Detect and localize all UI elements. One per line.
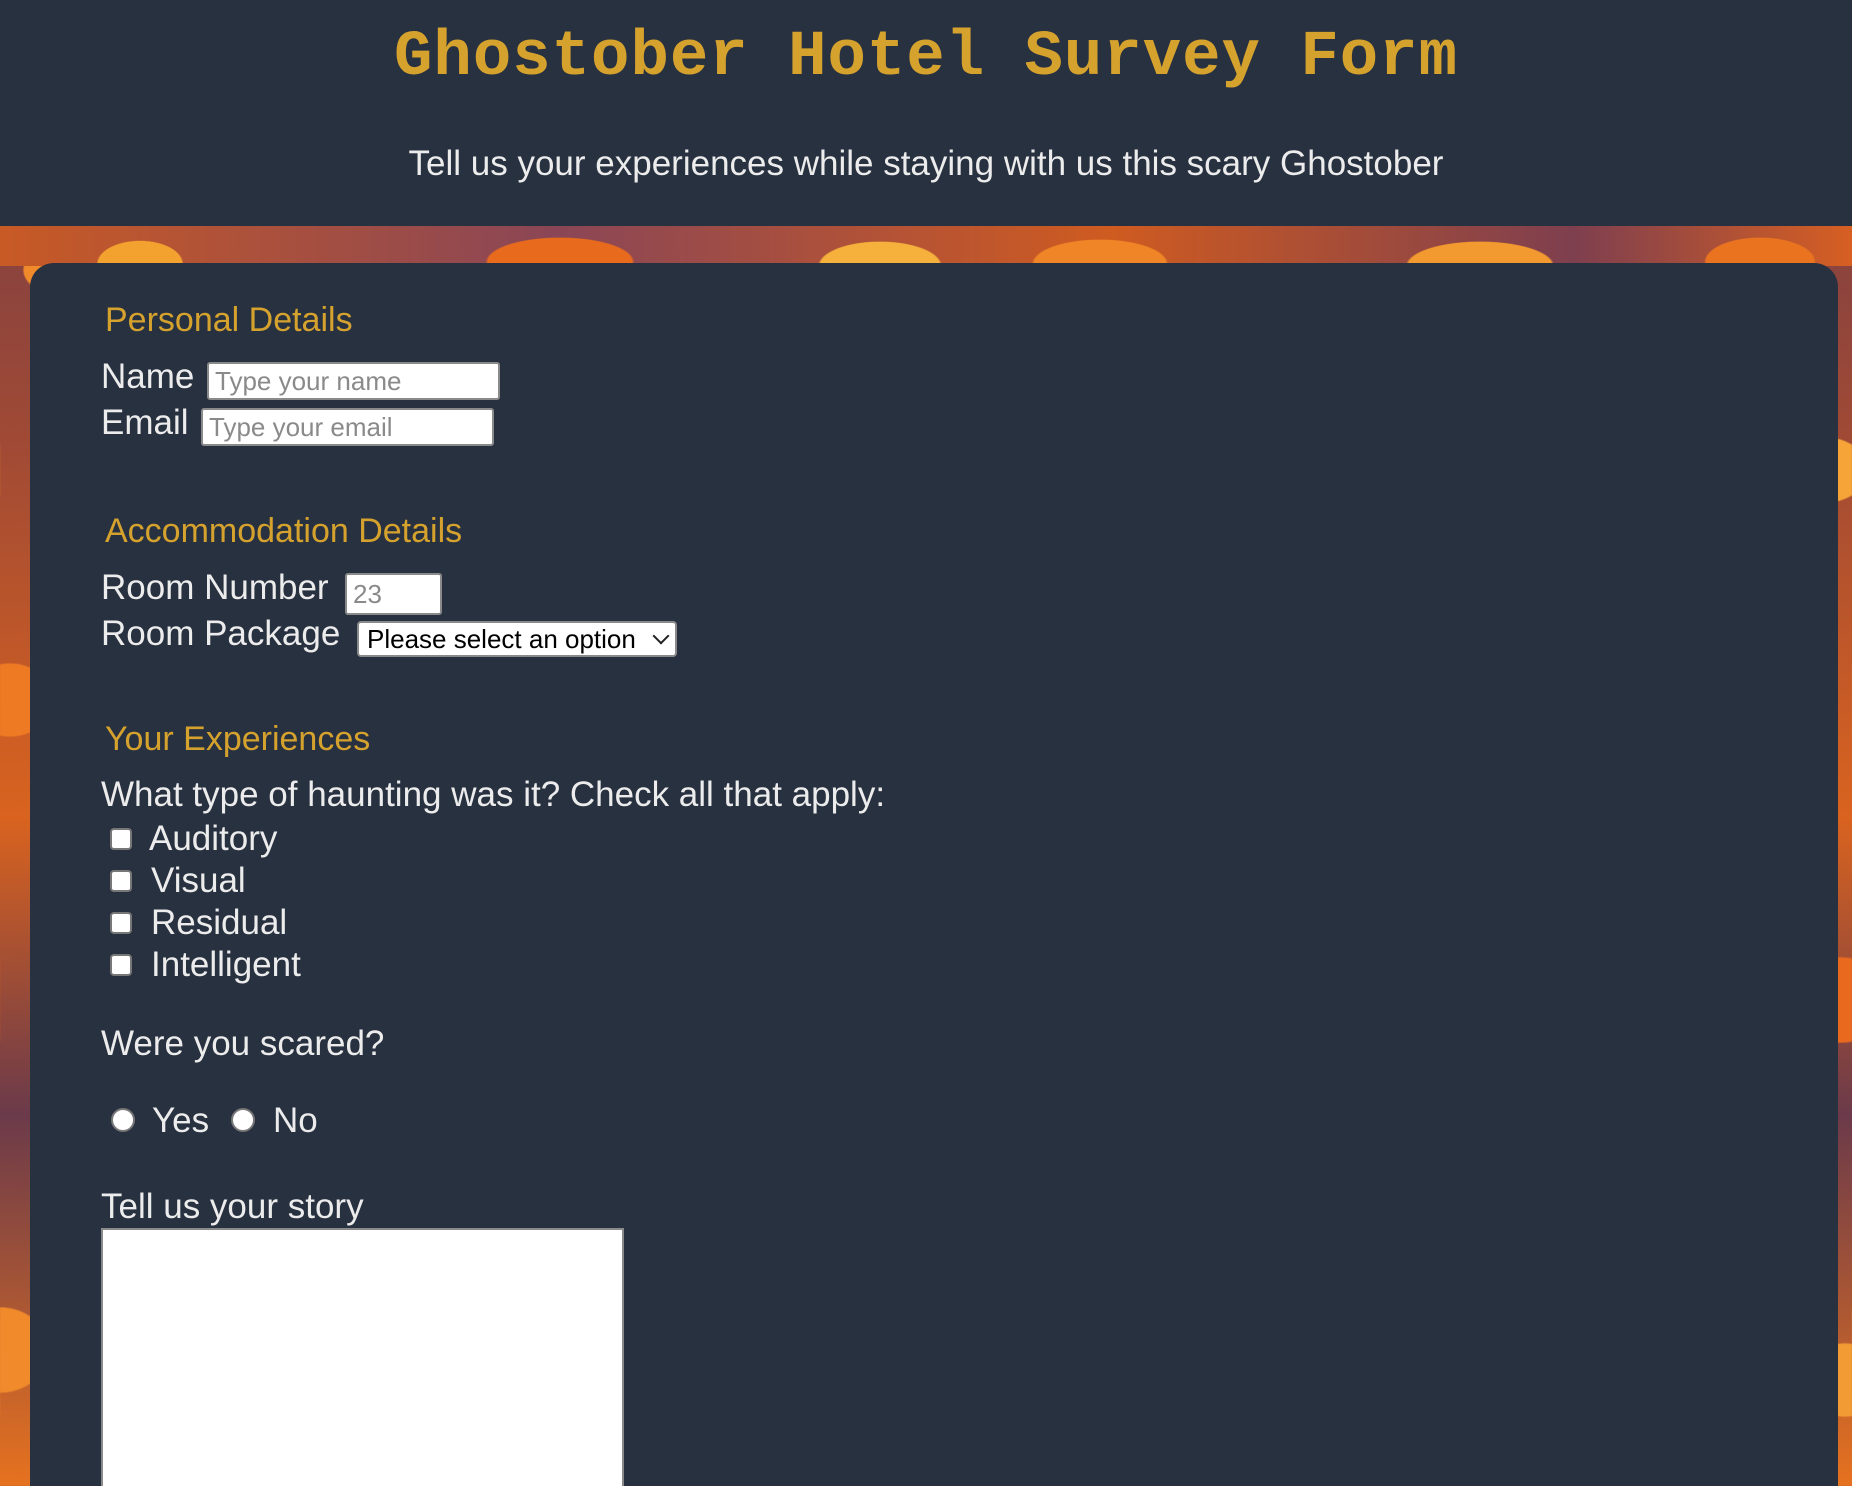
page-title: Ghostober Hotel Survey Form [394, 22, 1458, 94]
scared-no-label: No [273, 1101, 318, 1140]
page-header: Ghostober Hotel Survey Form Tell us your… [0, 0, 1852, 226]
page-subtitle: Tell us your experiences while staying w… [408, 144, 1444, 183]
pumpkin-background [0, 226, 1852, 266]
intelligent-label: Intelligent [151, 945, 301, 984]
visual-checkbox[interactable] [110, 870, 132, 892]
haunting-question: What type of haunting was it? Check all … [101, 775, 886, 814]
room-package-label: Room Package [101, 614, 341, 653]
experiences-heading: Your Experiences [105, 720, 371, 758]
auditory-checkbox[interactable] [110, 828, 132, 850]
intelligent-checkbox[interactable] [110, 954, 132, 976]
story-textarea[interactable] [101, 1228, 624, 1486]
scared-yes-radio[interactable] [111, 1108, 135, 1132]
survey-form: Personal Details Name Email Accommodatio… [30, 263, 1838, 1486]
scared-no-radio[interactable] [231, 1108, 255, 1132]
name-label: Name [101, 357, 195, 396]
room-package-selected-value: Please select an option [367, 623, 636, 654]
personal-details-heading: Personal Details [105, 301, 353, 339]
residual-label: Residual [151, 903, 288, 942]
auditory-label: Auditory [149, 819, 278, 858]
scared-yes-label: Yes [152, 1101, 210, 1140]
email-label: Email [101, 403, 189, 442]
room-package-select[interactable]: Please select an option [357, 621, 677, 657]
story-label: Tell us your story [101, 1187, 364, 1226]
scared-question: Were you scared? [101, 1024, 385, 1063]
visual-label: Visual [151, 861, 246, 900]
email-input[interactable] [201, 408, 494, 446]
chevron-down-icon [652, 627, 670, 645]
room-number-label: Room Number [101, 568, 329, 607]
accommodation-details-heading: Accommodation Details [105, 512, 463, 550]
name-input[interactable] [207, 362, 500, 400]
room-number-input[interactable] [345, 573, 442, 615]
residual-checkbox[interactable] [110, 912, 132, 934]
